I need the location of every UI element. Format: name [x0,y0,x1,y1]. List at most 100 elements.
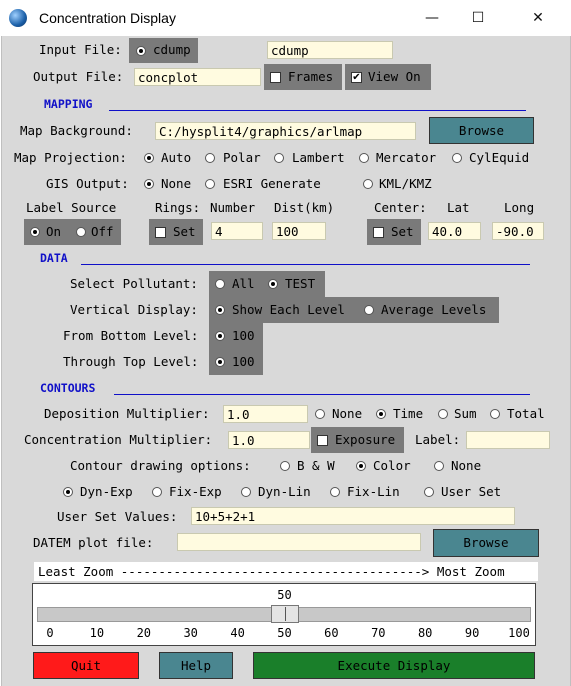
from-bottom-value: 100 [232,328,255,343]
rings-set-checkbox[interactable] [155,227,166,238]
rings-number-field[interactable]: 4 [211,222,263,240]
pollutant-label: Select Pollutant: [70,276,198,291]
rings-set-label: Set [173,224,196,239]
zoom-banner: Least Zoom -----------------------------… [34,562,538,581]
deposition-sum-radio[interactable] [438,409,448,419]
deposition-time-label: Time [393,406,424,421]
datem-plot-file-field[interactable] [177,533,421,551]
vertical-each-radio[interactable] [215,305,225,315]
center-set-checkbox[interactable] [373,227,384,238]
drawing-color-radio[interactable] [356,461,366,471]
frames-label: Frames [288,69,334,84]
gis-esri-radio[interactable] [205,179,215,189]
center-lat-field[interactable]: 40.0 [428,222,481,240]
execute-display-button[interactable]: Execute Display [253,652,535,679]
pollutant-all-label: All [232,276,255,291]
level-fixexp-radio[interactable] [152,487,162,497]
exposure-checkbox[interactable] [317,435,328,446]
maximize-button[interactable]: ☐ [455,0,501,36]
viewon-checkbox[interactable]: ✔ [351,72,362,83]
from-bottom-radio[interactable] [215,331,225,341]
lat-title: Lat [447,200,470,215]
deposition-none-radio[interactable] [315,409,325,419]
gis-kml-label: KML/KMZ [379,176,432,191]
deposition-time-radio[interactable] [376,409,386,419]
input-file-radio[interactable] [136,46,146,56]
projection-polar-radio[interactable] [205,153,215,163]
data-divider [81,264,530,265]
projection-cylequid-radio[interactable] [452,153,462,163]
gis-none-label: None [161,176,192,191]
center-set-group: Set [367,219,421,245]
level-userset-radio[interactable] [424,487,434,497]
datem-browse-button[interactable]: Browse [433,529,539,557]
through-top-radio[interactable] [215,357,225,367]
drawing-bw-radio[interactable] [280,461,290,471]
map-background-field[interactable]: C:/hysplit4/graphics/arlmap [155,122,416,140]
dist-title: Dist(km) [274,200,335,215]
label-source-on-radio[interactable] [30,227,40,237]
pollutant-test-label: TEST [285,276,316,291]
deposition-multiplier-label: Deposition Multiplier: [44,406,210,421]
label-source-on-label: On [46,224,62,239]
deposition-multiplier-field[interactable]: 1.0 [223,405,308,423]
zoom-slider-thumb[interactable] [270,605,299,623]
long-title: Long [504,200,535,215]
pollutant-test-radio[interactable] [268,279,278,289]
zoom-tick-label: 80 [417,626,433,640]
gis-kml-radio[interactable] [363,179,373,189]
deposition-sum-label: Sum [454,406,477,421]
zoom-scale: 50 0 10 20 30 40 50 60 70 80 90 100 [32,583,536,646]
concentration-multiplier-label: Concentration Multiplier: [24,432,213,447]
input-file-field[interactable]: cdump [267,41,393,59]
output-file-field[interactable]: concplot [134,68,261,86]
app-globe-icon [9,9,27,27]
map-background-browse-button[interactable]: Browse [429,117,534,144]
label-label: Label: [415,432,461,447]
projection-auto-radio[interactable] [144,153,154,163]
exposure-label: Exposure [335,432,396,447]
projection-auto-label: Auto [161,150,192,165]
drawing-none-radio[interactable] [434,461,444,471]
projection-mercator-radio[interactable] [359,153,369,163]
deposition-total-label: Total [507,406,545,421]
output-file-label: Output File: [33,69,124,84]
label-source-off-radio[interactable] [76,227,86,237]
zoom-tick-label: 90 [464,626,480,640]
level-fixlin-radio[interactable] [330,487,340,497]
frames-checkbox[interactable] [270,72,281,83]
projection-lambert-radio[interactable] [274,153,284,163]
gis-none-radio[interactable] [144,179,154,189]
label-field[interactable] [466,431,550,449]
pollutant-all-radio[interactable] [215,279,225,289]
through-top-label: Through Top Level: [63,354,199,369]
help-button[interactable]: Help [159,652,233,679]
center-long-field[interactable]: -90.0 [492,222,544,240]
deposition-none-label: None [332,406,363,421]
close-button[interactable]: ✕ [515,0,561,36]
viewon-checkbox-group: ✔ View On [345,64,431,90]
projection-polar-label: Polar [223,150,261,165]
rings-dist-field[interactable]: 100 [272,222,326,240]
datem-plot-file-label: DATEM plot file: [33,535,154,550]
deposition-total-radio[interactable] [490,409,500,419]
level-fixlin-label: Fix-Lin [347,484,400,499]
zoom-value-label: 50 [277,588,292,602]
from-bottom-label: From Bottom Level: [63,328,199,343]
concentration-multiplier-field[interactable]: 1.0 [228,431,310,449]
level-dynlin-radio[interactable] [241,487,251,497]
drawing-bw-label: B & W [297,458,335,473]
input-file-radio-group: cdump [129,38,198,63]
rings-title: Rings: [155,200,201,215]
contours-divider [114,394,530,395]
map-background-label: Map Background: [20,123,133,138]
quit-button[interactable]: Quit [33,652,139,679]
zoom-tick-label: 100 [508,626,530,640]
center-title: Center: [374,200,427,215]
vertical-average-radio[interactable] [364,305,374,315]
level-dynexp-radio[interactable] [63,487,73,497]
user-set-values-field[interactable]: 10+5+2+1 [191,507,515,525]
level-fixexp-label: Fix-Exp [169,484,222,499]
minimize-button[interactable]: — [409,0,455,36]
projection-mercator-label: Mercator [376,150,437,165]
